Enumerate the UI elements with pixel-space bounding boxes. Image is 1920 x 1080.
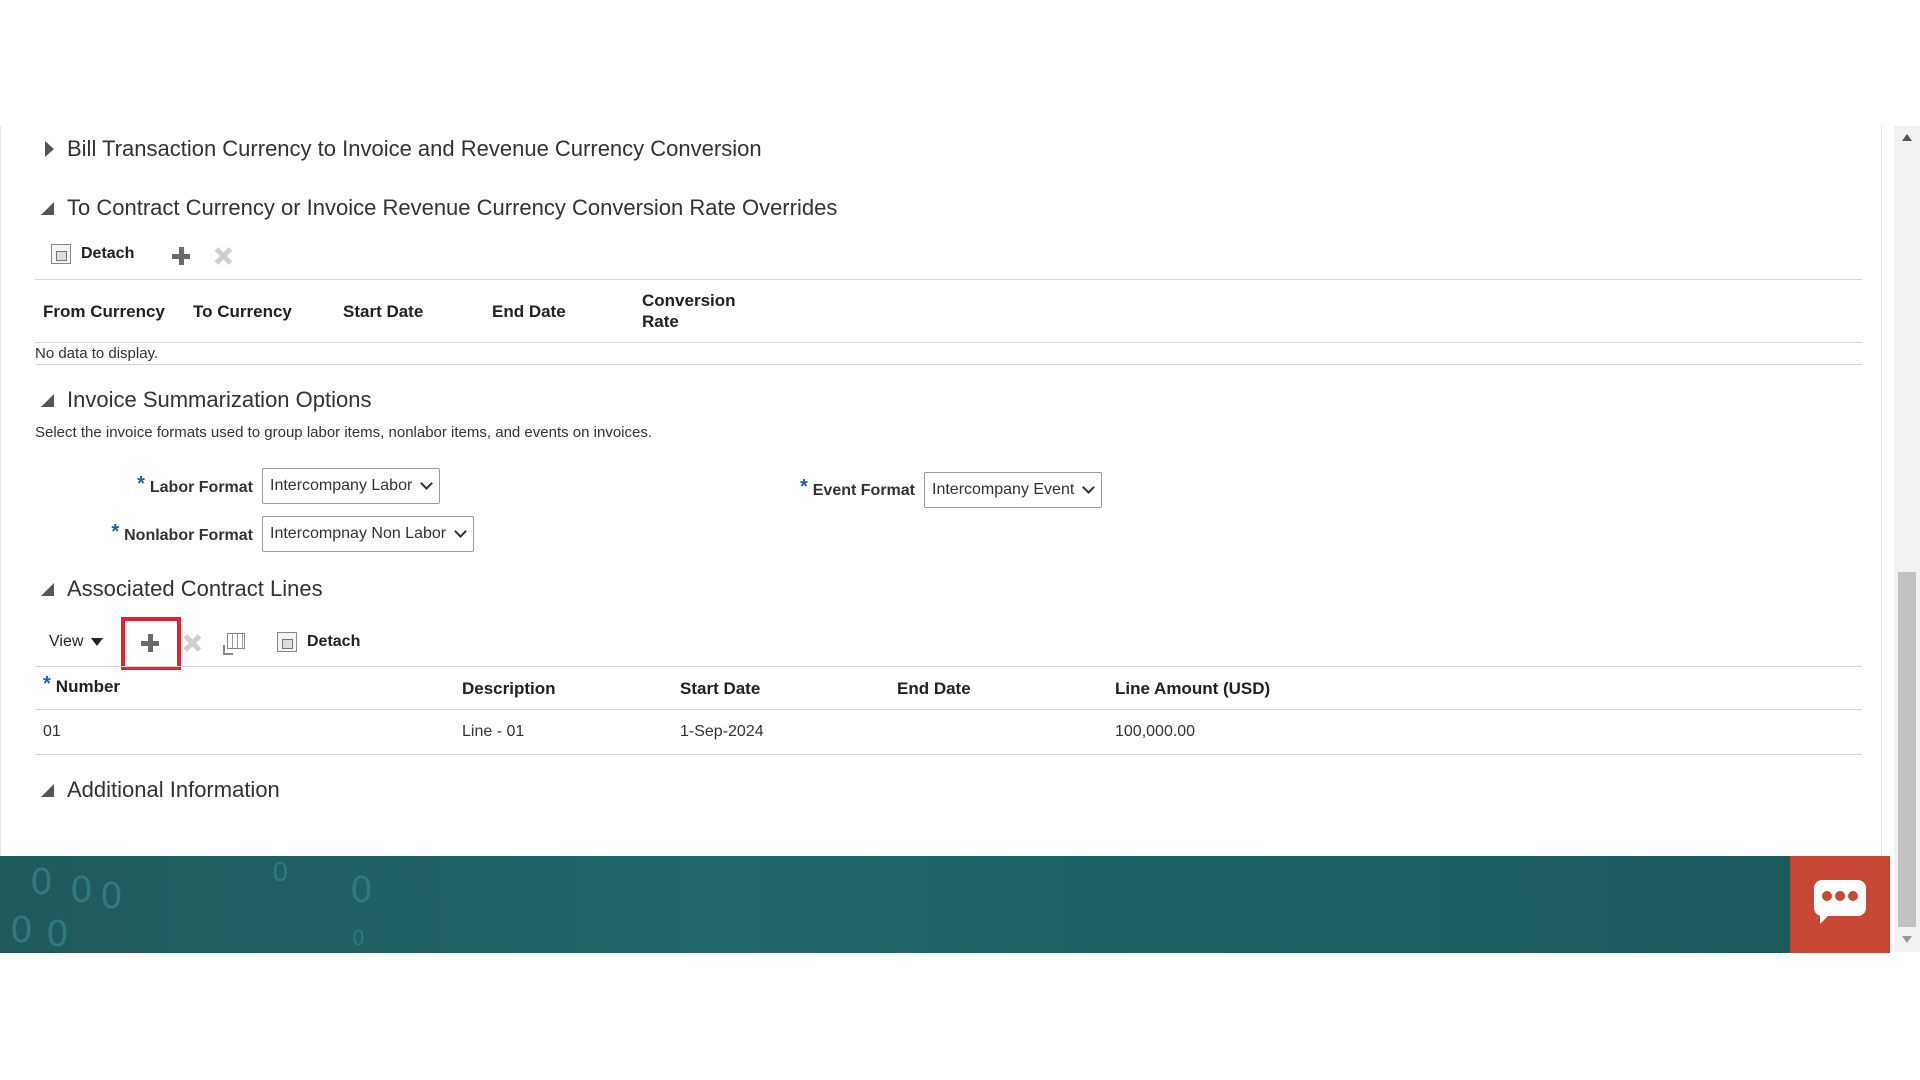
collapse-triangle-icon[interactable] [37,389,59,411]
labor-format-label-text: Labor Format [149,479,253,496]
decorative-pattern: 0 [70,870,93,911]
column-header-line-amount[interactable]: Line Amount (USD) [1115,678,1270,699]
chat-button[interactable] [1790,856,1890,953]
event-format-select[interactable]: Intercompany Event [924,472,1102,508]
add-icon[interactable] [139,632,161,654]
collapse-triangle-icon[interactable] [37,197,59,219]
chevron-down-icon [1082,481,1095,494]
labor-format-select[interactable]: Intercompany Labor [262,468,440,504]
decorative-pattern: 0 [100,876,123,917]
event-format-label: * Event Format [785,476,915,501]
collapse-triangle-icon[interactable] [37,779,59,801]
labor-format-value: Intercompany Labor [270,477,413,494]
column-header-start-date[interactable]: Start Date [680,678,760,699]
detach-button[interactable]: Detach [277,632,360,652]
add-icon[interactable] [170,245,192,267]
detach-icon [277,632,297,652]
required-marker: * [799,476,808,498]
section-description: Select the invoice formats used to group… [35,424,652,441]
required-marker: * [137,473,145,495]
decorative-pattern: 0 [352,926,365,950]
event-format-label-text: Event Format [812,482,915,499]
divider [35,709,1862,710]
scroll-down-arrow-icon[interactable] [1902,936,1912,943]
empty-table-message: No data to display. [35,345,159,362]
nonlabor-format-label-text: Nonlabor Format [124,527,253,544]
decorative-pattern: 0 [350,870,373,911]
column-header-end-date[interactable]: End Date [897,678,971,699]
column-header-to-currency[interactable]: To Currency [193,301,292,322]
divider [35,342,1862,343]
column-header-from-currency[interactable]: From Currency [43,301,165,322]
decorative-pattern: 0 [10,910,33,951]
column-header-end-date[interactable]: End Date [492,301,566,322]
divider [35,754,1862,755]
content-page: Bill Transaction Currency to Invoice and… [0,126,1882,856]
section-title: To Contract Currency or Invoice Revenue … [67,195,838,220]
labor-format-label: * Labor Format [133,473,253,498]
divider [35,279,1862,280]
rate-overrides-section-header[interactable]: To Contract Currency or Invoice Revenue … [37,195,837,221]
column-header-conversion-rate[interactable]: Conversion Rate [642,290,736,332]
invoice-summarization-section-header[interactable]: Invoice Summarization Options [37,387,371,413]
delete-icon [212,245,234,267]
caret-down-icon [91,638,104,646]
column-header-conversion-line1: Conversion [642,291,736,310]
footer-banner: 0 0 0 0 0 0 0 0 [0,856,1790,953]
row-line-amount: 100,000.00 [1115,723,1196,740]
decorative-pattern: 0 [46,914,69,953]
divider [35,364,1862,365]
detach-icon [51,244,71,264]
view-label: View [49,633,84,650]
expand-triangle-icon[interactable] [37,138,59,160]
row-start-date: 1-Sep-2024 [680,723,764,740]
chat-icon [1814,880,1866,916]
section-title: Invoice Summarization Options [67,387,372,412]
scroll-up-arrow-icon[interactable] [1902,134,1912,141]
row-number: 01 [43,723,61,740]
view-menu[interactable]: View [49,633,104,651]
section-title: Associated Contract Lines [67,576,323,601]
column-header-start-date[interactable]: Start Date [343,301,423,322]
vertical-scrollbar[interactable] [1894,126,1920,952]
chat-bubble-tail [1820,912,1832,924]
associated-lines-section-header[interactable]: Associated Contract Lines [37,576,323,602]
column-header-number-text: Number [55,677,121,696]
collapse-triangle-icon[interactable] [37,578,59,600]
divider [35,666,1862,667]
required-marker: * [111,521,120,543]
row-description: Line - 01 [462,723,525,740]
decorative-pattern: 0 [30,862,53,903]
section-title: Bill Transaction Currency to Invoice and… [67,136,762,161]
additional-info-section-header[interactable]: Additional Information [37,777,280,803]
detach-button[interactable]: Detach [51,244,134,264]
required-marker: * [43,673,51,695]
bill-conversion-section-header[interactable]: Bill Transaction Currency to Invoice and… [37,136,762,162]
decorative-pattern: 0 [272,858,289,888]
nonlabor-format-label: * Nonlabor Format [93,521,253,546]
freeze-icon[interactable] [223,631,245,655]
event-format-value: Intercompany Event [932,481,1075,498]
scrollbar-thumb[interactable] [1898,572,1916,927]
section-title: Additional Information [67,777,280,802]
detach-label: Detach [81,245,135,262]
delete-icon [181,632,203,654]
chevron-down-icon [420,477,433,490]
nonlabor-format-value: Intercompnay Non Labor [270,525,447,542]
column-header-number[interactable]: * Number [43,673,121,697]
column-header-description[interactable]: Description [462,678,556,699]
chevron-down-icon [454,525,467,538]
detach-label: Detach [307,633,361,650]
nonlabor-format-select[interactable]: Intercompnay Non Labor [262,516,474,552]
column-header-conversion-line2: Rate [642,312,679,331]
